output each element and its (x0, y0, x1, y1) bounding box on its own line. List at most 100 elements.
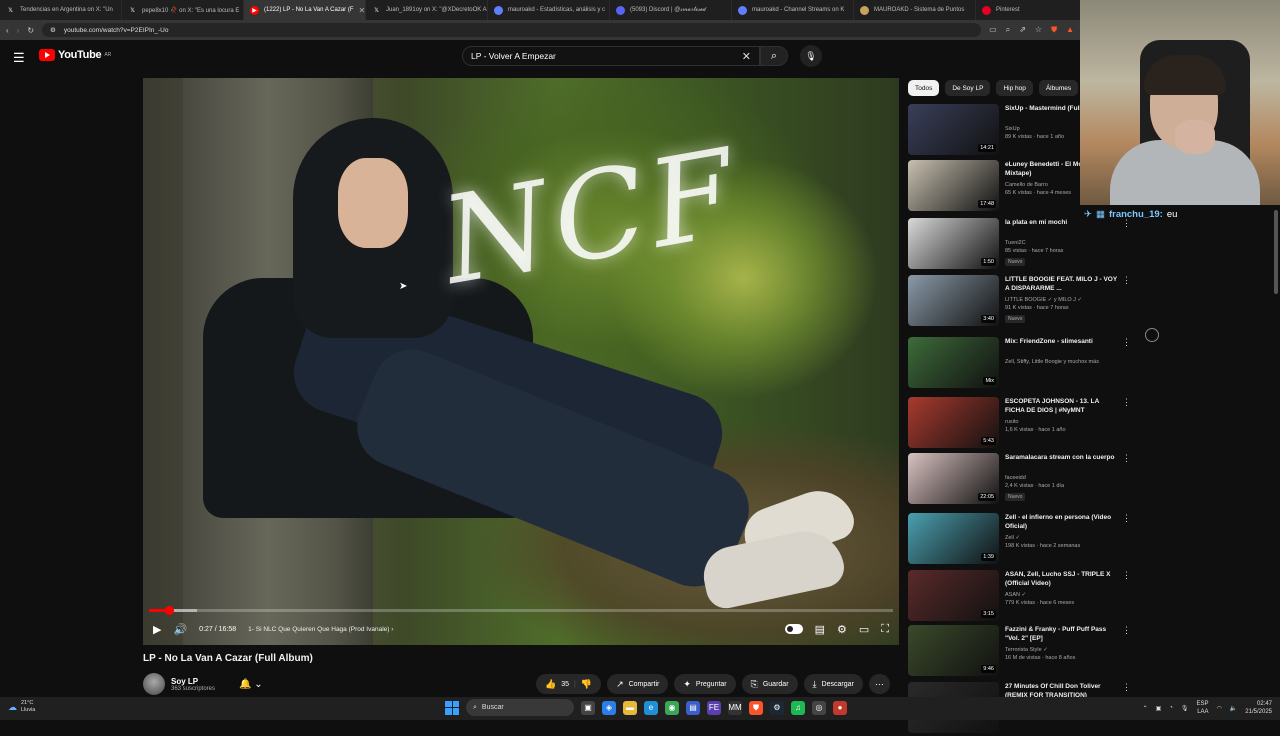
volume-icon[interactable]: 🔊 (173, 623, 187, 636)
reload-icon[interactable]: ↻ (27, 26, 34, 35)
microphone-icon[interactable]: 🎙 (1181, 705, 1189, 712)
more-options-icon[interactable]: ⋮ (1122, 625, 1131, 636)
browser-tab[interactable]: 𝕏 Juan_1891oy on X: "@XDecretoOK A (366, 0, 488, 20)
url-field[interactable]: ⚙ youtube.com/watch?v=P2EIPIn_-Uo (42, 23, 982, 37)
weather-widget[interactable]: ☁ 21°C Lluvia (8, 700, 35, 714)
video-thumbnail[interactable]: 3:40 (908, 275, 999, 326)
rewards-icon[interactable]: ▲ (1066, 25, 1074, 35)
more-options-icon[interactable]: ⋮ (1122, 337, 1131, 348)
like-button[interactable]: 👍 35 | 👎 (536, 674, 602, 694)
theater-mode-icon[interactable]: ▭ (859, 623, 869, 636)
keyboard-language[interactable]: ESP LAA (1197, 700, 1209, 716)
edge-icon[interactable]: e (644, 700, 658, 715)
clock[interactable]: 02:47 21/5/2025 (1245, 700, 1272, 716)
video-thumbnail[interactable]: 14:21 (908, 104, 999, 155)
brave-shield-icon[interactable]: ⛊ (1051, 25, 1057, 35)
recommendation-item[interactable]: 1:50 la plata en mi mochi Tueni2C 85 vistas… (908, 218, 1133, 272)
youtube-logo[interactable]: YouTube AR (39, 49, 111, 61)
browser-tab[interactable]: (5093) Discord | @𝓈𝓂𝒶𝓇𝓉ℴ𝓈ℯ𝒹 (610, 0, 732, 20)
page-scrollbar[interactable] (1274, 210, 1278, 294)
share-button[interactable]: ↗ Compartir (607, 674, 669, 694)
wifi-icon[interactable]: ◠ (1217, 705, 1222, 712)
copilot-icon[interactable]: ◈ (602, 700, 616, 715)
filter-chip[interactable]: Álbumes (1038, 80, 1079, 96)
forward-icon[interactable]: › (17, 26, 20, 35)
more-options-icon[interactable]: ⋮ (1122, 397, 1131, 408)
video-thumbnail[interactable]: 3:15 (908, 570, 999, 621)
notification-bell-icon[interactable]: 🔔 ⌄ (239, 679, 263, 690)
mm-app-icon[interactable]: MM (728, 700, 742, 715)
recommendation-item[interactable]: 1:39 Zell - el infierno en persona (Video… (908, 513, 1133, 567)
settings-gear-icon[interactable]: ⚙ (837, 623, 847, 636)
video-thumbnail[interactable]: 22:05 (908, 453, 999, 504)
video-thumbnail[interactable]: 17:48 (908, 160, 999, 211)
more-options-icon[interactable]: ⋮ (1122, 570, 1131, 581)
brave-icon[interactable]: ⛊ (749, 700, 763, 715)
speaker-icon[interactable]: 🔈 (1230, 705, 1237, 712)
hamburger-menu-icon[interactable]: ☰ (13, 50, 25, 66)
close-tab-icon[interactable]: ✕ (359, 6, 366, 15)
zoom-icon[interactable]: ⌕ (1006, 25, 1010, 35)
more-options-icon[interactable]: ⋮ (1122, 513, 1131, 524)
filter-chip[interactable]: Todos (908, 80, 940, 96)
video-thumbnail[interactable]: Mix (908, 337, 999, 388)
windows-start-icon[interactable] (445, 700, 459, 715)
share-icon[interactable]: ⇗ (1019, 25, 1026, 35)
video-player[interactable]: NCF ➤ ▶ 🔊 0:27 / 16:58 1- Si NLC Que Qui… (143, 78, 899, 645)
browser-tab[interactable]: MAUROAKD - Sistema de Puntos (854, 0, 976, 20)
recommendation-item[interactable]: 3:40 LITTLE BOOGIE FEAT. MILO J - VOY A D… (908, 275, 1133, 329)
task-view-icon[interactable]: ▣ (581, 700, 595, 715)
filter-chip[interactable]: De Soy LP (945, 80, 991, 96)
steam-icon[interactable]: ⚙ (770, 700, 784, 715)
filter-chip[interactable]: Hip hop (996, 80, 1033, 96)
browser-tab[interactable]: ▶ (1222) LP - No La Van A Cazar (F ✕ (244, 0, 366, 20)
voice-search-button[interactable]: 🎙 (800, 45, 822, 67)
search-button[interactable]: ⌕ (760, 46, 788, 66)
recommendation-item[interactable]: 22:05 Saramalacara stream con la cuerpo fa… (908, 453, 1133, 507)
fullscreen-icon[interactable]: ⛶ (881, 623, 889, 636)
bookmark-icon[interactable]: ☆ (1035, 25, 1042, 35)
save-button[interactable]: ⎘ Guardar (741, 674, 798, 694)
video-thumbnail[interactable]: 1:50 (908, 218, 999, 269)
chrome-icon[interactable]: ◉ (665, 700, 679, 715)
recommendation-item[interactable]: 9:46 Fazzini & Franky - Puff Puff Pass "V… (908, 625, 1133, 679)
taskbar-search[interactable]: ⌕ Buscar (466, 699, 574, 716)
obs-icon[interactable]: ◎ (812, 700, 826, 715)
browser-tab[interactable]: mauroakd - Estadísticas, análisis y c (488, 0, 610, 20)
notes-icon[interactable]: ▤ (686, 700, 700, 715)
more-options-icon[interactable]: ⋮ (1122, 275, 1131, 286)
browser-tab[interactable]: 𝕏pepe8x10 🥀 on X: "Es una locura E (122, 0, 244, 20)
play-icon[interactable]: ▶ (153, 623, 161, 636)
video-thumbnail[interactable]: 9:46 (908, 625, 999, 676)
recommendation-item[interactable]: 5:43 ESCOPETA JOHNSON - 13. LA FICHA DE D… (908, 397, 1133, 451)
subtitles-icon[interactable]: ▤ (815, 623, 825, 636)
recommendation-item[interactable]: 3:15 ASAN, Zell, Lucho SSJ - TRIPLE X (Of… (908, 570, 1133, 624)
more-actions-button[interactable]: ⋯ (868, 674, 890, 694)
browser-tab[interactable]: mauroakd - Channel Streams on K (732, 0, 854, 20)
autoplay-toggle[interactable] (784, 624, 803, 634)
download-button[interactable]: ⤓ Descargar (803, 674, 863, 694)
more-options-icon[interactable]: ⋮ (1122, 453, 1131, 464)
video-thumbnail[interactable]: 5:43 (908, 397, 999, 448)
fe-app-icon[interactable]: FE (707, 700, 721, 715)
video-thumbnail[interactable]: 1:39 (908, 513, 999, 564)
tray-app-icon[interactable]: ◔ (1169, 705, 1173, 711)
site-info-icon[interactable]: ⚙ (50, 26, 56, 34)
cast-icon[interactable]: ▭ (989, 25, 997, 35)
channel-avatar[interactable] (143, 673, 165, 695)
thumbs-down-icon[interactable]: 👎 (581, 679, 592, 690)
clear-search-icon[interactable]: ✕ (742, 50, 751, 63)
search-input[interactable]: LP - Volver A Empezar ✕ (462, 46, 760, 66)
recommendation-item[interactable]: Mix Mix: FriendZone - slimesanti Zell, Sti… (908, 337, 1133, 391)
tray-overflow-icon[interactable]: ⌃ (1143, 705, 1148, 712)
browser-tab[interactable]: 𝕏 Tendencias en Argentina on X: "Un (0, 0, 122, 20)
more-options-icon[interactable]: ⋮ (1122, 682, 1131, 693)
recording-app-icon[interactable]: ● (833, 700, 847, 715)
progress-bar[interactable] (149, 606, 893, 615)
chapter-title[interactable]: 1- Si NLC Que Quieren Que Haga (Prod Iva… (248, 626, 393, 633)
back-icon[interactable]: ‹ (6, 26, 9, 35)
file-explorer-icon[interactable]: ▬ (623, 700, 637, 715)
channel-name[interactable]: Soy LP (171, 677, 215, 686)
ask-button[interactable]: ✦ Preguntar (674, 674, 736, 694)
spotify-icon[interactable]: ♫ (791, 700, 805, 715)
